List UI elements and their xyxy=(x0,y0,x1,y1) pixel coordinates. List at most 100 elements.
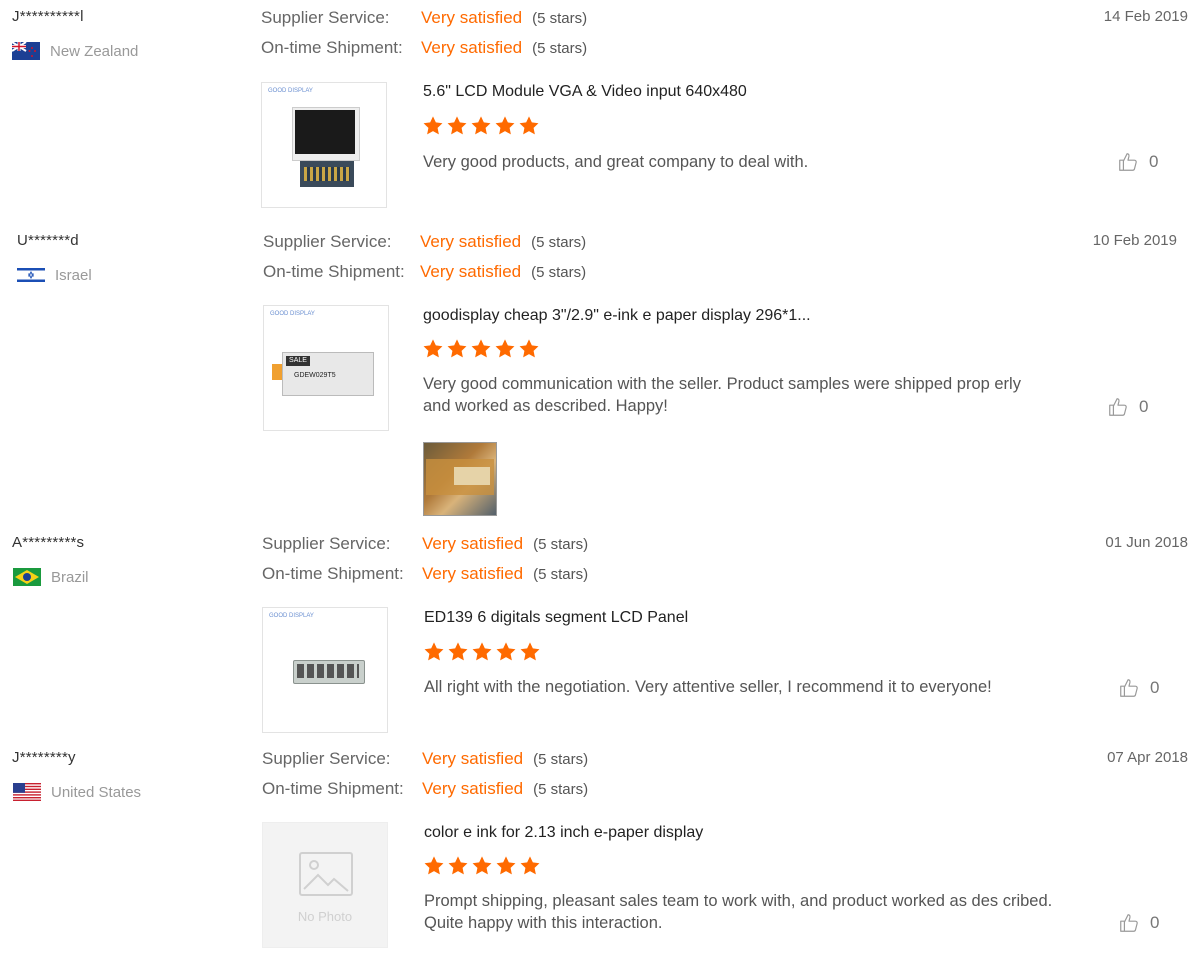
star-icon xyxy=(518,338,540,360)
product-rating-stars xyxy=(422,115,540,137)
star-icon xyxy=(422,115,444,137)
star-icon xyxy=(519,855,541,877)
no-photo-placeholder[interactable]: No Photo xyxy=(262,822,388,948)
buyer-name: J********y xyxy=(12,749,76,766)
rating-stars-text: (5 stars) xyxy=(533,781,589,798)
review-date: 14 Feb 2019 xyxy=(1103,8,1188,25)
product-rating-stars xyxy=(422,338,540,360)
no-photo-label: No Photo xyxy=(297,909,353,924)
rating-value: Very satisfied xyxy=(420,262,522,281)
rating-value: Very satisfied xyxy=(421,8,523,27)
thumbs-up-icon xyxy=(1118,912,1140,934)
star-icon xyxy=(446,338,468,360)
image-placeholder-icon xyxy=(299,852,353,896)
review-date: 01 Jun 2018 xyxy=(1105,534,1188,551)
like-count: 0 xyxy=(1150,913,1160,932)
buyer-country: Israel xyxy=(17,266,92,284)
thumbs-up-icon xyxy=(1107,396,1129,418)
review-item: U*******d Israel Supplier Service: Very … xyxy=(0,232,1200,522)
country-name: United States xyxy=(51,783,142,801)
rating-label: Supplier Service: xyxy=(262,534,391,553)
star-icon xyxy=(495,855,517,877)
buyer-country: United States xyxy=(13,783,141,801)
rating-stars-text: (5 stars) xyxy=(531,264,587,281)
review-comment: Very good communication with the seller.… xyxy=(423,375,1021,415)
ontime-shipment-rating: On-time Shipment: Very satisfied (5 star… xyxy=(262,564,588,584)
star-icon xyxy=(423,641,445,663)
good-display-logo: GOOD DISPLAY xyxy=(268,88,313,94)
ontime-shipment-rating: On-time Shipment: Very satisfied (5 star… xyxy=(263,262,586,282)
review-photo[interactable] xyxy=(423,442,497,516)
rating-label: On-time Shipment: xyxy=(262,564,404,583)
review-comment: Prompt shipping, pleasant sales team to … xyxy=(424,892,1053,932)
rating-value: Very satisfied xyxy=(420,232,522,251)
star-icon xyxy=(495,641,517,663)
rating-label: On-time Shipment: xyxy=(263,262,405,281)
like-count: 0 xyxy=(1149,152,1159,171)
buyer-country: Brazil xyxy=(13,568,89,586)
star-icon xyxy=(470,338,492,360)
like-button[interactable]: 0 xyxy=(1118,677,1159,699)
star-icon xyxy=(423,855,445,877)
ontime-shipment-rating: On-time Shipment: Very satisfied (5 star… xyxy=(262,779,588,799)
brazil-flag-icon xyxy=(13,568,41,586)
rating-stars-text: (5 stars) xyxy=(533,536,589,553)
supplier-service-rating: Supplier Service: Very satisfied (5 star… xyxy=(262,534,588,554)
country-name: Israel xyxy=(55,266,92,284)
supplier-service-rating: Supplier Service: Very satisfied (5 star… xyxy=(262,749,588,769)
rating-value: Very satisfied xyxy=(422,534,524,553)
star-icon xyxy=(447,641,469,663)
buyer-name: J**********l xyxy=(12,8,84,25)
star-icon xyxy=(471,855,493,877)
review-date: 10 Feb 2019 xyxy=(1092,232,1177,249)
review-item: A*********s Brazil Supplier Service: Ver… xyxy=(0,534,1200,744)
star-icon xyxy=(494,115,516,137)
product-title[interactable]: 5.6" LCD Module VGA & Video input 640x48… xyxy=(423,83,747,101)
rating-value: Very satisfied xyxy=(422,779,524,798)
good-display-logo: GOOD DISPLAY xyxy=(270,311,315,317)
rating-stars-text: (5 stars) xyxy=(533,566,589,583)
epaper-label: GDEW029T5 xyxy=(294,372,336,379)
product-title[interactable]: goodisplay cheap 3"/2.9" e-ink e paper d… xyxy=(423,307,811,325)
product-rating-stars xyxy=(423,855,541,877)
sale-tag: SALE xyxy=(286,356,310,366)
thumbs-up-icon xyxy=(1117,151,1139,173)
supplier-service-rating: Supplier Service: Very satisfied (5 star… xyxy=(261,8,587,28)
like-button[interactable]: 0 xyxy=(1117,151,1158,173)
buyer-country: New Zealand xyxy=(12,42,138,60)
star-icon xyxy=(447,855,469,877)
buyer-name: U*******d xyxy=(17,232,79,249)
like-button[interactable]: 0 xyxy=(1107,396,1148,418)
review-item: J********y United States Supplier Servic… xyxy=(0,749,1200,957)
new-zealand-flag-icon xyxy=(12,42,40,60)
rating-stars-text: (5 stars) xyxy=(532,10,588,27)
product-thumbnail[interactable]: GOOD DISPLAY xyxy=(261,82,387,208)
good-display-logo: GOOD DISPLAY xyxy=(269,613,314,619)
like-count: 0 xyxy=(1150,678,1160,697)
star-icon xyxy=(470,115,492,137)
supplier-service-rating: Supplier Service: Very satisfied (5 star… xyxy=(263,232,586,252)
product-title[interactable]: ED139 6 digitals segment LCD Panel xyxy=(424,609,688,627)
rating-value: Very satisfied xyxy=(422,564,524,583)
rating-stars-text: (5 stars) xyxy=(532,40,588,57)
product-title[interactable]: color e ink for 2.13 inch e-paper displa… xyxy=(424,824,703,842)
rating-label: Supplier Service: xyxy=(263,232,392,251)
product-thumbnail[interactable]: GOOD DISPLAY xyxy=(262,607,388,733)
star-icon xyxy=(494,338,516,360)
review-comment: Very good products, and great company to… xyxy=(423,153,809,171)
star-icon xyxy=(519,641,541,663)
review-comment: All right with the negotiation. Very att… xyxy=(424,678,992,696)
thumbs-up-icon xyxy=(1118,677,1140,699)
star-icon xyxy=(446,115,468,137)
like-button[interactable]: 0 xyxy=(1118,912,1159,934)
product-rating-stars xyxy=(423,641,541,663)
review-date: 07 Apr 2018 xyxy=(1107,749,1188,766)
star-icon xyxy=(422,338,444,360)
israel-flag-icon xyxy=(17,266,45,284)
product-thumbnail[interactable]: GOOD DISPLAY SALE GDEW029T5 xyxy=(263,305,389,431)
rating-stars-text: (5 stars) xyxy=(531,234,587,251)
buyer-name: A*********s xyxy=(12,534,85,551)
like-count: 0 xyxy=(1139,397,1149,416)
star-icon xyxy=(518,115,540,137)
star-icon xyxy=(471,641,493,663)
